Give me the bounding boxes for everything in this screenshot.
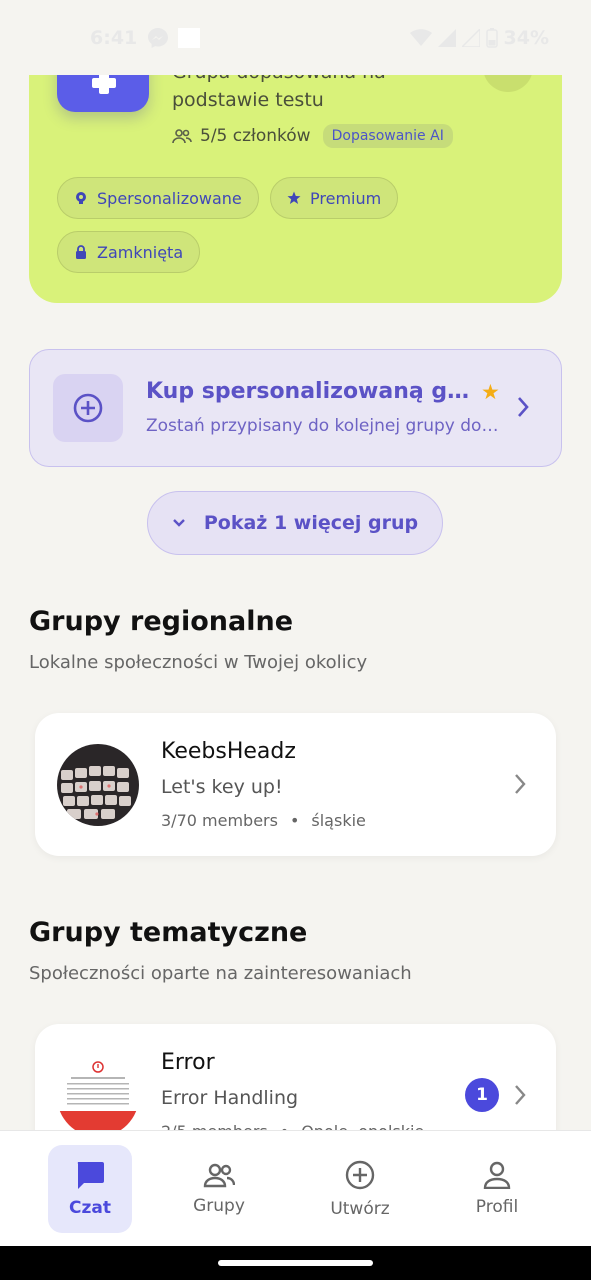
chip-label: Zamknięta bbox=[97, 242, 184, 262]
chevron-right-icon bbox=[515, 774, 526, 794]
wifi-icon bbox=[409, 29, 432, 46]
regional-section-title: Grupy regionalne bbox=[29, 606, 294, 637]
group-avatar bbox=[57, 744, 139, 826]
buy-card-subtitle: Zostań przypisany do kolejnej grupy dopa… bbox=[146, 416, 506, 436]
notification-icon bbox=[178, 28, 200, 48]
chevron-right-icon bbox=[518, 397, 529, 417]
meta-separator: • bbox=[289, 811, 300, 830]
group-members: 3/70 members bbox=[161, 811, 278, 830]
chip-closed: Zamknięta bbox=[57, 231, 201, 273]
member-count: 5/5 członków bbox=[200, 126, 311, 146]
people-icon bbox=[172, 129, 192, 144]
group-card-keebsheadz[interactable]: KeebsHeadz Let's key up! 3/70 members • … bbox=[35, 713, 556, 856]
plus-circle-icon bbox=[345, 1160, 375, 1190]
group-avatar bbox=[57, 1055, 139, 1130]
buy-personalized-group-card[interactable]: Kup spersonalizowaną grupę ★ Zostań przy… bbox=[29, 349, 562, 467]
brain-icon bbox=[76, 192, 86, 204]
nav-tab-chat[interactable]: Czat bbox=[48, 1145, 132, 1233]
group-description: Let's key up! bbox=[161, 776, 283, 798]
status-indicators: 34% bbox=[409, 27, 549, 49]
nav-label: Czat bbox=[69, 1198, 111, 1218]
group-members: 2/5 members bbox=[161, 1122, 268, 1130]
star-icon bbox=[287, 191, 301, 204]
nav-tab-create[interactable]: Utwórz bbox=[318, 1145, 402, 1233]
group-meta: 5/5 członków Dopasowanie AI bbox=[172, 124, 453, 148]
group-card-error[interactable]: Error Error Handling 2/5 members • Opole… bbox=[35, 1024, 556, 1130]
meta-separator: • bbox=[280, 1122, 289, 1130]
battery-icon bbox=[485, 28, 498, 48]
nav-label: Grupy bbox=[193, 1196, 245, 1216]
main-scroll[interactable]: Grupa dopasowana na podstawie testu 5/5 … bbox=[0, 0, 591, 1130]
person-icon bbox=[483, 1161, 511, 1189]
chevron-down-icon bbox=[173, 519, 185, 527]
people-icon bbox=[203, 1163, 235, 1188]
chevron-right-icon bbox=[515, 1085, 526, 1105]
signal-icon bbox=[437, 29, 456, 47]
lock-icon bbox=[76, 245, 86, 259]
group-description: Error Handling bbox=[161, 1087, 299, 1109]
nav-label: Utwórz bbox=[330, 1199, 390, 1219]
chip-personalized: Spersonalizowane bbox=[57, 177, 259, 219]
status-time: 6:41 bbox=[90, 27, 138, 49]
show-more-groups-button[interactable]: Pokaż 1 więcej grup bbox=[147, 491, 443, 555]
nav-tab-groups[interactable]: Grupy bbox=[177, 1145, 261, 1233]
buy-card-title: Kup spersonalizowaną grupę bbox=[146, 379, 476, 404]
chip-label: Premium bbox=[310, 188, 382, 208]
status-bar: 6:41 34% bbox=[0, 0, 591, 75]
show-more-label: Pokaż 1 więcej grup bbox=[203, 512, 419, 534]
group-region: Opole, opolskie bbox=[301, 1122, 424, 1130]
unread-badge: 1 bbox=[465, 1078, 499, 1112]
chat-icon bbox=[77, 1162, 104, 1189]
group-region: śląskie bbox=[311, 811, 366, 830]
thematic-section-title: Grupy tematyczne bbox=[29, 917, 308, 948]
star-icon: ★ bbox=[481, 380, 500, 404]
nav-label: Profil bbox=[475, 1197, 519, 1217]
buy-icon-container bbox=[53, 374, 123, 442]
bottom-navigation: Czat Grupy Utwórz Profil bbox=[0, 1130, 591, 1246]
chip-premium: Premium bbox=[270, 177, 399, 219]
home-indicator[interactable] bbox=[218, 1260, 373, 1266]
chip-label: Spersonalizowane bbox=[97, 188, 242, 208]
ai-match-badge: Dopasowanie AI bbox=[322, 124, 453, 148]
battery-percent: 34% bbox=[503, 27, 549, 49]
thematic-section-subtitle: Społeczności oparte na zainteresowaniach bbox=[29, 963, 412, 984]
signal-icon bbox=[461, 29, 480, 47]
group-meta: 3/70 members • śląskie bbox=[161, 811, 366, 830]
plus-circle-icon bbox=[73, 393, 103, 423]
group-name: KeebsHeadz bbox=[161, 739, 296, 764]
group-name: Error bbox=[161, 1050, 215, 1075]
messenger-icon bbox=[148, 28, 168, 48]
system-navigation-bar bbox=[0, 1246, 591, 1280]
group-meta: 2/5 members • Opole, opolskie bbox=[161, 1122, 424, 1130]
regional-section-subtitle: Lokalne społeczności w Twojej okolicy bbox=[29, 652, 368, 673]
nav-tab-profile[interactable]: Profil bbox=[455, 1145, 539, 1233]
